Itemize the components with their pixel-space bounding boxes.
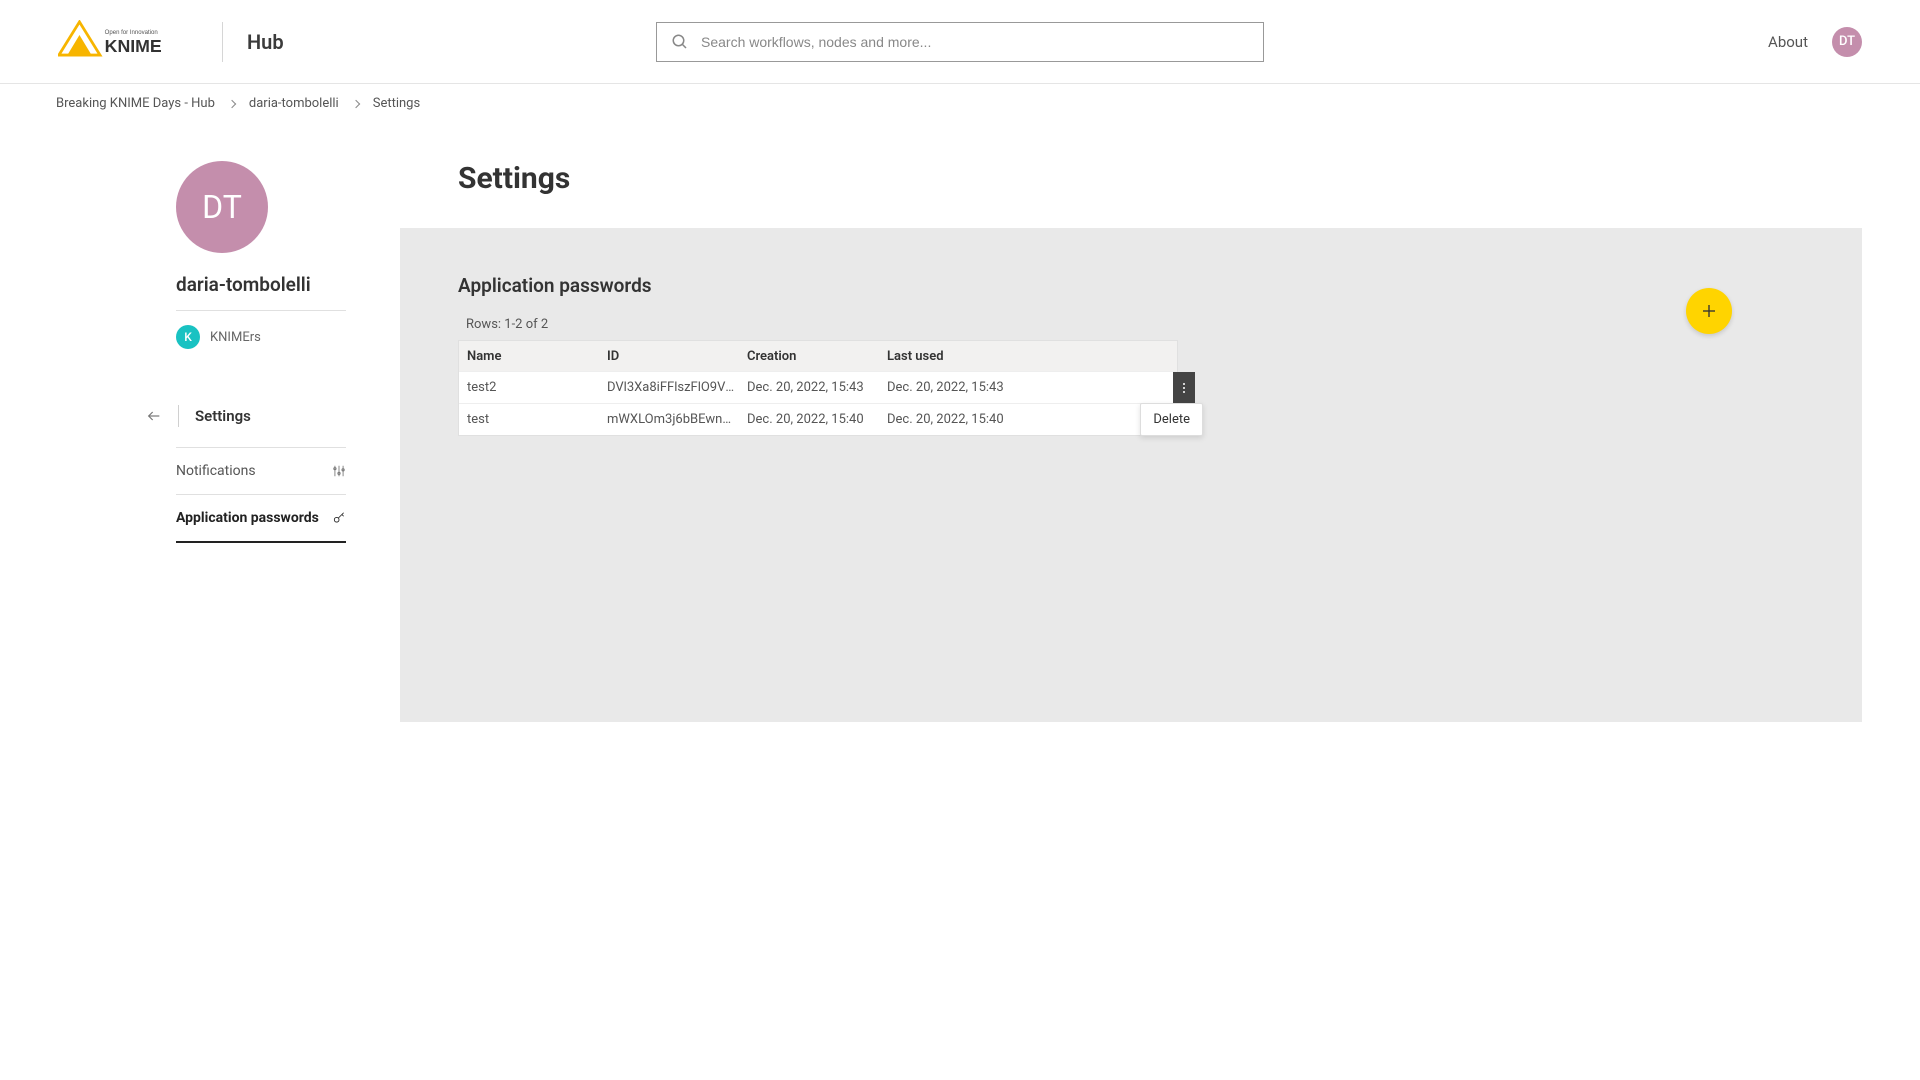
table-row: test2 DVl3Xa8iFFlszFlO9Vb07G1... Dec. 20…	[459, 371, 1177, 403]
chevron-right-icon	[228, 99, 236, 107]
rows-count: Rows: 1-2 of 2	[466, 317, 1804, 332]
cell-lastused: Dec. 20, 2022, 15:40	[887, 412, 1157, 427]
breadcrumb: Breaking KNIME Days - Hub daria-tombolel…	[0, 84, 1920, 123]
cell-name: test2	[467, 380, 607, 395]
breadcrumb-item: Settings	[373, 96, 420, 111]
cell-lastused: Dec. 20, 2022, 15:43	[887, 380, 1157, 395]
header-right: About DT	[1768, 27, 1862, 57]
hub-title[interactable]: Hub	[247, 30, 284, 54]
cell-id: mWXLOm3j6bBEwnT0WISllj...	[607, 412, 737, 427]
username: daria-tombolelli	[176, 273, 344, 296]
nav-back[interactable]: Settings	[146, 405, 344, 427]
col-name: Name	[467, 349, 607, 364]
nav-back-label: Settings	[195, 407, 251, 425]
sidebar-item-label: Notifications	[176, 463, 256, 479]
cell-id: DVl3Xa8iFFlszFlO9Vb07G1...	[607, 380, 737, 395]
chevron-right-icon	[351, 99, 359, 107]
col-creation: Creation	[747, 349, 887, 364]
knime-logo-icon: Open for Innovation KNIME	[58, 20, 198, 64]
sidebar-item-label: Application passwords	[176, 510, 319, 526]
logo-divider	[222, 22, 223, 62]
breadcrumb-item[interactable]: daria-tombolelli	[249, 96, 359, 111]
sidebar-item-notifications[interactable]: Notifications	[176, 447, 346, 494]
panel-title: Application passwords	[458, 274, 1804, 297]
search-field[interactable]	[656, 22, 1264, 62]
header: Open for Innovation KNIME Hub About DT	[0, 0, 1920, 84]
group-row[interactable]: K KNIMErs	[176, 310, 346, 349]
panel-app-passwords: Application passwords Rows: 1-2 of 2 Nam…	[400, 228, 1862, 722]
cell-creation: Dec. 20, 2022, 15:40	[747, 412, 887, 427]
content: Settings Application passwords Rows: 1-2…	[400, 123, 1920, 722]
sidebar-item-app-passwords[interactable]: Application passwords	[176, 494, 346, 543]
logo-tagline-main: KNIME	[105, 35, 162, 55]
sliders-icon	[332, 464, 346, 478]
page-title: Settings	[458, 161, 1862, 196]
cell-name: test	[467, 412, 607, 427]
nav-list: Notifications Application passwords	[176, 447, 346, 543]
add-button[interactable]	[1686, 288, 1732, 334]
cell-creation: Dec. 20, 2022, 15:43	[747, 380, 887, 395]
app-passwords-table: Name ID Creation Last used test2 DVl3Xa8…	[458, 340, 1178, 436]
breadcrumb-item[interactable]: Breaking KNIME Days - Hub	[56, 96, 235, 111]
group-label: KNIMErs	[210, 330, 261, 345]
search-input[interactable]	[701, 34, 1249, 50]
col-lastused: Last used	[887, 349, 1157, 364]
delete-menu-item[interactable]: Delete	[1140, 403, 1203, 436]
logo-tagline-top: Open for Innovation	[105, 30, 158, 36]
avatar-small[interactable]: DT	[1832, 27, 1862, 57]
key-icon	[332, 511, 346, 525]
sidebar: DT daria-tombolelli K KNIMErs Settings N…	[0, 123, 400, 722]
more-vertical-icon	[1183, 383, 1185, 393]
col-id: ID	[607, 349, 747, 364]
plus-icon	[1700, 302, 1718, 320]
arrow-left-icon	[146, 408, 162, 424]
divider	[178, 405, 179, 427]
avatar-large: DT	[176, 161, 268, 253]
table-head: Name ID Creation Last used	[459, 341, 1177, 371]
search-icon	[671, 33, 689, 51]
row-more-button[interactable]	[1173, 372, 1196, 403]
table-row: test mWXLOm3j6bBEwnT0WISllj... Dec. 20, …	[459, 403, 1177, 435]
group-badge: K	[176, 325, 200, 349]
logo-block[interactable]: Open for Innovation KNIME Hub	[58, 0, 284, 83]
about-link[interactable]: About	[1768, 33, 1808, 51]
layout: DT daria-tombolelli K KNIMErs Settings N…	[0, 123, 1920, 722]
